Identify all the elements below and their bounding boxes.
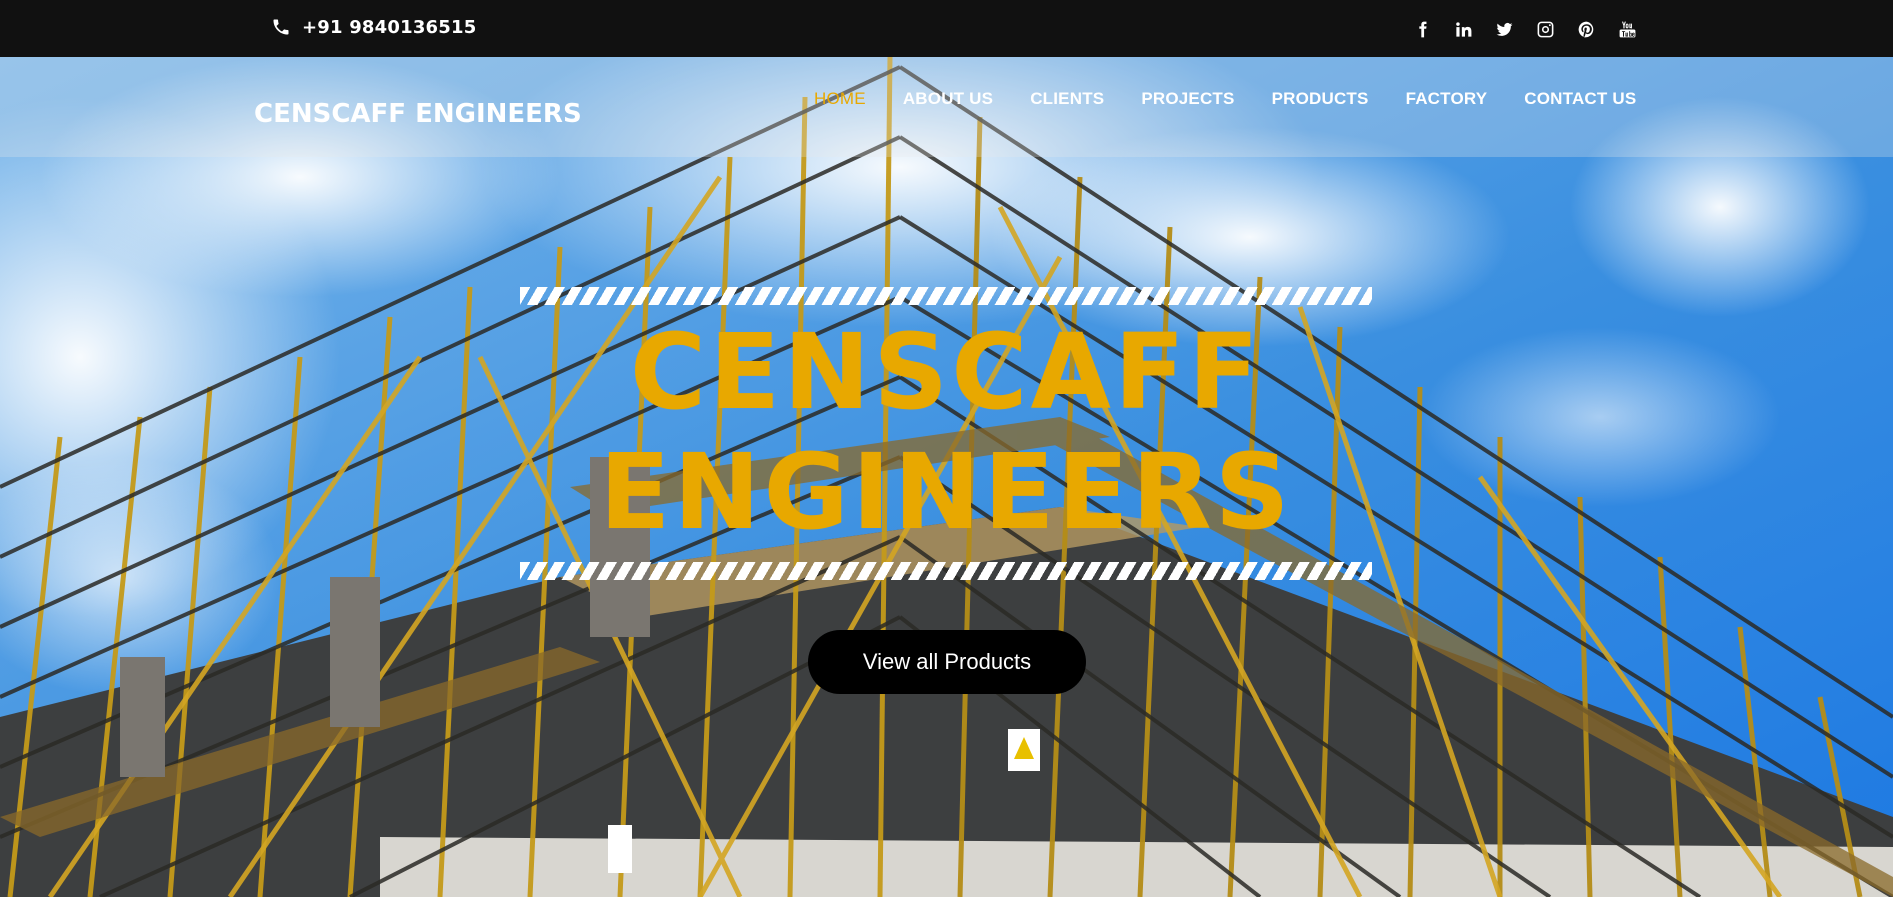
top-bar: +91 9840136515 [0,0,1893,57]
instagram-icon [1537,21,1554,37]
youtube-icon [1619,21,1636,37]
hero-stripe-top [520,287,1372,305]
site-logo-text[interactable]: CENSCAFF ENGINEERS [254,99,582,129]
instagram-link[interactable] [1525,17,1566,41]
phone-contact[interactable]: +91 9840136515 [271,14,476,40]
nav-projects[interactable]: PROJECTS [1141,89,1234,109]
nav-contact-us[interactable]: CONTACT US [1524,89,1636,109]
twitter-link[interactable] [1484,17,1525,41]
hero-stripe-bottom [520,562,1372,580]
twitter-icon [1496,22,1513,36]
nav-about-us[interactable]: ABOUT US [903,89,993,109]
phone-number: +91 9840136515 [302,16,477,38]
nav-clients[interactable]: CLIENTS [1030,89,1104,109]
social-links [1402,17,1648,41]
hero-title-line1: CENSCAFF [629,311,1263,433]
header-nav-band: CENSCAFF ENGINEERS HOME ABOUT US CLIENTS… [0,57,1893,157]
facebook-icon [1419,21,1427,37]
hero-title-line2: ENGINEERS [599,431,1293,553]
nav-factory[interactable]: FACTORY [1406,89,1488,109]
facebook-link[interactable] [1402,17,1443,41]
main-nav: HOME ABOUT US CLIENTS PROJECTS PRODUCTS … [814,89,1636,109]
nav-products[interactable]: PRODUCTS [1272,89,1369,109]
youtube-link[interactable] [1607,17,1648,41]
pinterest-icon [1578,21,1594,37]
phone-icon [273,19,289,35]
pinterest-link[interactable] [1566,17,1607,41]
linkedin-icon [1456,21,1472,37]
view-all-products-button[interactable]: View all Products [808,630,1086,694]
linkedin-link[interactable] [1443,17,1484,41]
nav-home[interactable]: HOME [814,89,866,109]
